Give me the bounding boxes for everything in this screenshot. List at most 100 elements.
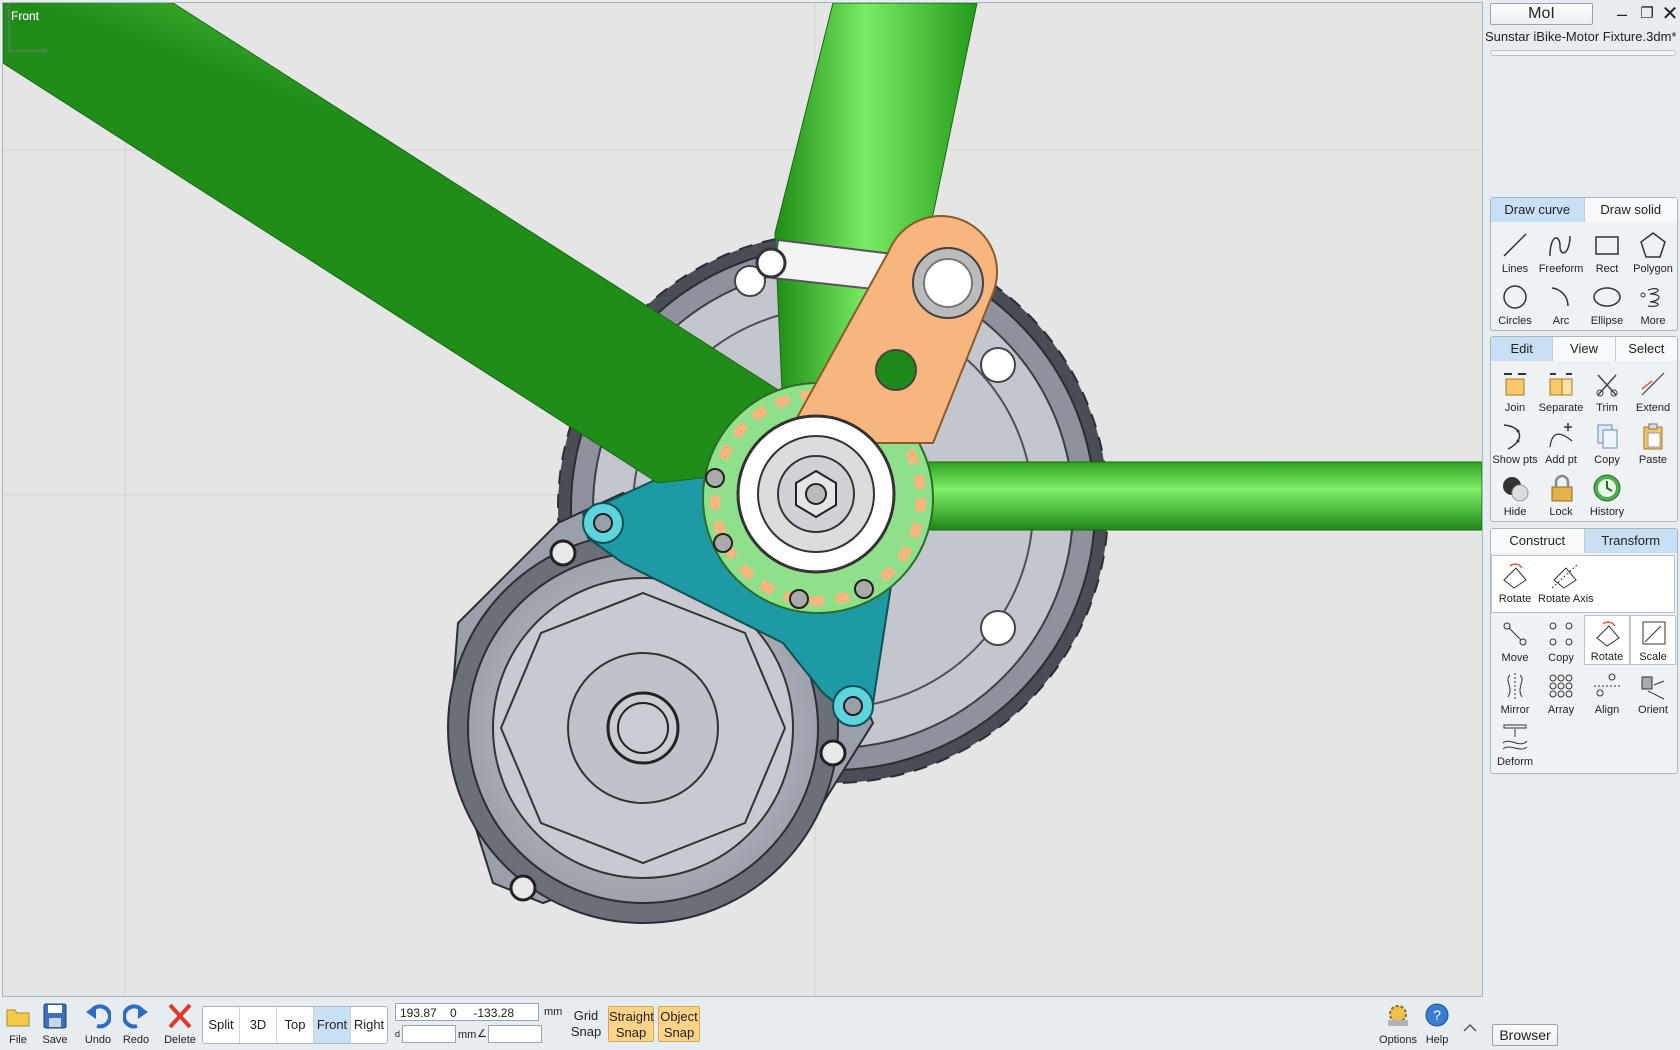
title-row: MoI – ❐ ✕ <box>1488 3 1678 25</box>
rotate-axis-tool[interactable]: Rotate Axis <box>1538 558 1594 608</box>
add-point-icon <box>1549 423 1573 448</box>
lock-icon <box>1551 474 1573 502</box>
trim-tool[interactable]: Trim <box>1584 367 1630 417</box>
separate-tool[interactable]: Separate <box>1538 367 1584 417</box>
view-top-button[interactable]: Top <box>277 1007 314 1043</box>
tab-construct[interactable]: Construct <box>1491 529 1585 553</box>
grid-snap-toggle[interactable]: Grid Snap <box>566 1006 606 1042</box>
axis-indicator: z x <box>6 3 48 53</box>
distance-input[interactable] <box>402 1025 456 1043</box>
rotate-axis-icon <box>1551 563 1579 589</box>
view-split-button[interactable]: Split <box>203 1007 240 1043</box>
view-switcher: Split 3D Top Front Right <box>202 1006 388 1044</box>
orient-tool[interactable]: Orient <box>1630 669 1676 719</box>
coord-unit: mm <box>544 1006 563 1018</box>
array-tool[interactable]: Array <box>1538 669 1584 719</box>
rect-tool[interactable]: Rect <box>1584 228 1630 278</box>
bottom-toolbar: File Save Undo Redo Delete Split 3D Top … <box>0 998 1680 1050</box>
ellipse-tool[interactable]: Ellipse <box>1584 280 1630 330</box>
file-title: Sunstar iBike-Motor Fixture.3dm* <box>1485 29 1677 44</box>
tab-draw-solid[interactable]: Draw solid <box>1584 198 1677 222</box>
history-tool[interactable]: History <box>1584 471 1630 521</box>
copy-objects-icon <box>1549 622 1573 646</box>
tab-transform[interactable]: Transform <box>1584 529 1677 553</box>
collapse-chevron-up-icon[interactable] <box>1462 1020 1478 1036</box>
more-icon <box>1640 288 1660 308</box>
help-button[interactable]: ? Help <box>1417 1002 1457 1048</box>
redo-icon <box>123 1004 148 1029</box>
axis-x-label: x <box>43 45 48 53</box>
tab-draw-curve[interactable]: Draw curve <box>1491 198 1585 222</box>
align-icon <box>1594 673 1620 697</box>
more-tool[interactable]: More <box>1630 280 1676 330</box>
delete-icon <box>168 1003 192 1029</box>
mirror-tool[interactable]: Mirror <box>1492 669 1538 719</box>
edit-panel: Edit View Select Join Separate Trim Exte… <box>1490 336 1678 522</box>
freeform-tool[interactable]: Freeform <box>1538 228 1584 278</box>
hide-tool[interactable]: Hide <box>1492 471 1538 521</box>
trim-icon <box>1596 374 1618 397</box>
rotate-options: Rotate Rotate Axis <box>1491 555 1675 613</box>
app-menu-button[interactable]: MoI <box>1490 3 1593 25</box>
scale-tool[interactable]: Scale <box>1630 615 1676 665</box>
maximize-icon[interactable]: ❐ <box>1636 3 1658 25</box>
command-bar <box>1490 50 1676 56</box>
lines-tool[interactable]: Lines <box>1492 228 1538 278</box>
polygon-tool[interactable]: Polygon <box>1630 228 1676 278</box>
object-snap-toggle[interactable]: Object Snap <box>658 1006 700 1042</box>
paste-icon <box>1643 423 1663 450</box>
arc-tool[interactable]: Arc <box>1538 280 1584 330</box>
circles-tool[interactable]: Circles <box>1492 280 1538 330</box>
browser-button[interactable]: Browser <box>1492 1024 1558 1046</box>
extend-tool[interactable]: Extend <box>1630 367 1676 417</box>
tab-view[interactable]: View <box>1553 337 1616 361</box>
array-icon <box>1549 674 1573 698</box>
view-front-button[interactable]: Front <box>314 1007 351 1043</box>
orient-icon <box>1641 676 1665 700</box>
distance-unit: mm <box>458 1029 477 1041</box>
copy-objects-tool[interactable]: Copy <box>1538 617 1584 667</box>
redo-button[interactable]: Redo <box>116 1002 156 1048</box>
rotate-icon <box>1503 563 1527 589</box>
distance-label: d <box>395 1029 401 1039</box>
show-points-icon <box>1503 424 1521 450</box>
tab-edit[interactable]: Edit <box>1491 337 1554 361</box>
show-points-tool[interactable]: Show pts <box>1492 419 1538 469</box>
copy-icon <box>1597 424 1618 449</box>
freeform-icon <box>1549 235 1571 257</box>
hide-icon <box>1503 477 1529 502</box>
coordinate-input[interactable]: 193.87 0 -133.28 <box>395 1003 539 1021</box>
folder-icon <box>6 1009 30 1027</box>
align-tool[interactable]: Align <box>1584 669 1630 719</box>
paste-tool[interactable]: Paste <box>1630 419 1676 469</box>
add-point-tool[interactable]: Add pt <box>1538 419 1584 469</box>
save-button[interactable]: Save <box>35 1002 75 1048</box>
front-viewport[interactable]: Front z x <box>2 2 1483 997</box>
move-tool[interactable]: Move <box>1492 617 1538 667</box>
extend-icon <box>1641 372 1665 396</box>
view-3d-button[interactable]: 3D <box>240 1007 277 1043</box>
separate-icon <box>1549 373 1573 396</box>
save-icon <box>43 1003 67 1029</box>
delete-button[interactable]: Delete <box>160 1002 200 1048</box>
rotate-sub-tool[interactable]: Rotate <box>1492 558 1538 608</box>
view-right-button[interactable]: Right <box>351 1007 387 1043</box>
rotate-tool[interactable]: Rotate <box>1584 615 1630 665</box>
undo-icon <box>86 1004 111 1029</box>
close-icon[interactable]: ✕ <box>1659 3 1680 25</box>
polygon-icon <box>1640 232 1666 258</box>
minimize-icon[interactable]: – <box>1611 3 1633 25</box>
lock-tool[interactable]: Lock <box>1538 471 1584 521</box>
join-tool[interactable]: Join <box>1492 367 1538 417</box>
tab-select[interactable]: Select <box>1615 337 1677 361</box>
axis-z-label: z <box>6 3 11 11</box>
rect-icon <box>1595 236 1619 255</box>
deform-tool[interactable]: Deform <box>1492 721 1538 771</box>
angle-input[interactable] <box>488 1025 542 1043</box>
svg-text:?: ? <box>1433 1007 1441 1023</box>
draw-panel: Draw curve Draw solid Lines Freeform Rec… <box>1490 197 1678 331</box>
copy-tool[interactable]: Copy <box>1584 419 1630 469</box>
deform-icon <box>1502 724 1528 750</box>
lines-icon <box>1503 233 1527 257</box>
straight-snap-toggle[interactable]: Straight Snap <box>608 1006 654 1042</box>
